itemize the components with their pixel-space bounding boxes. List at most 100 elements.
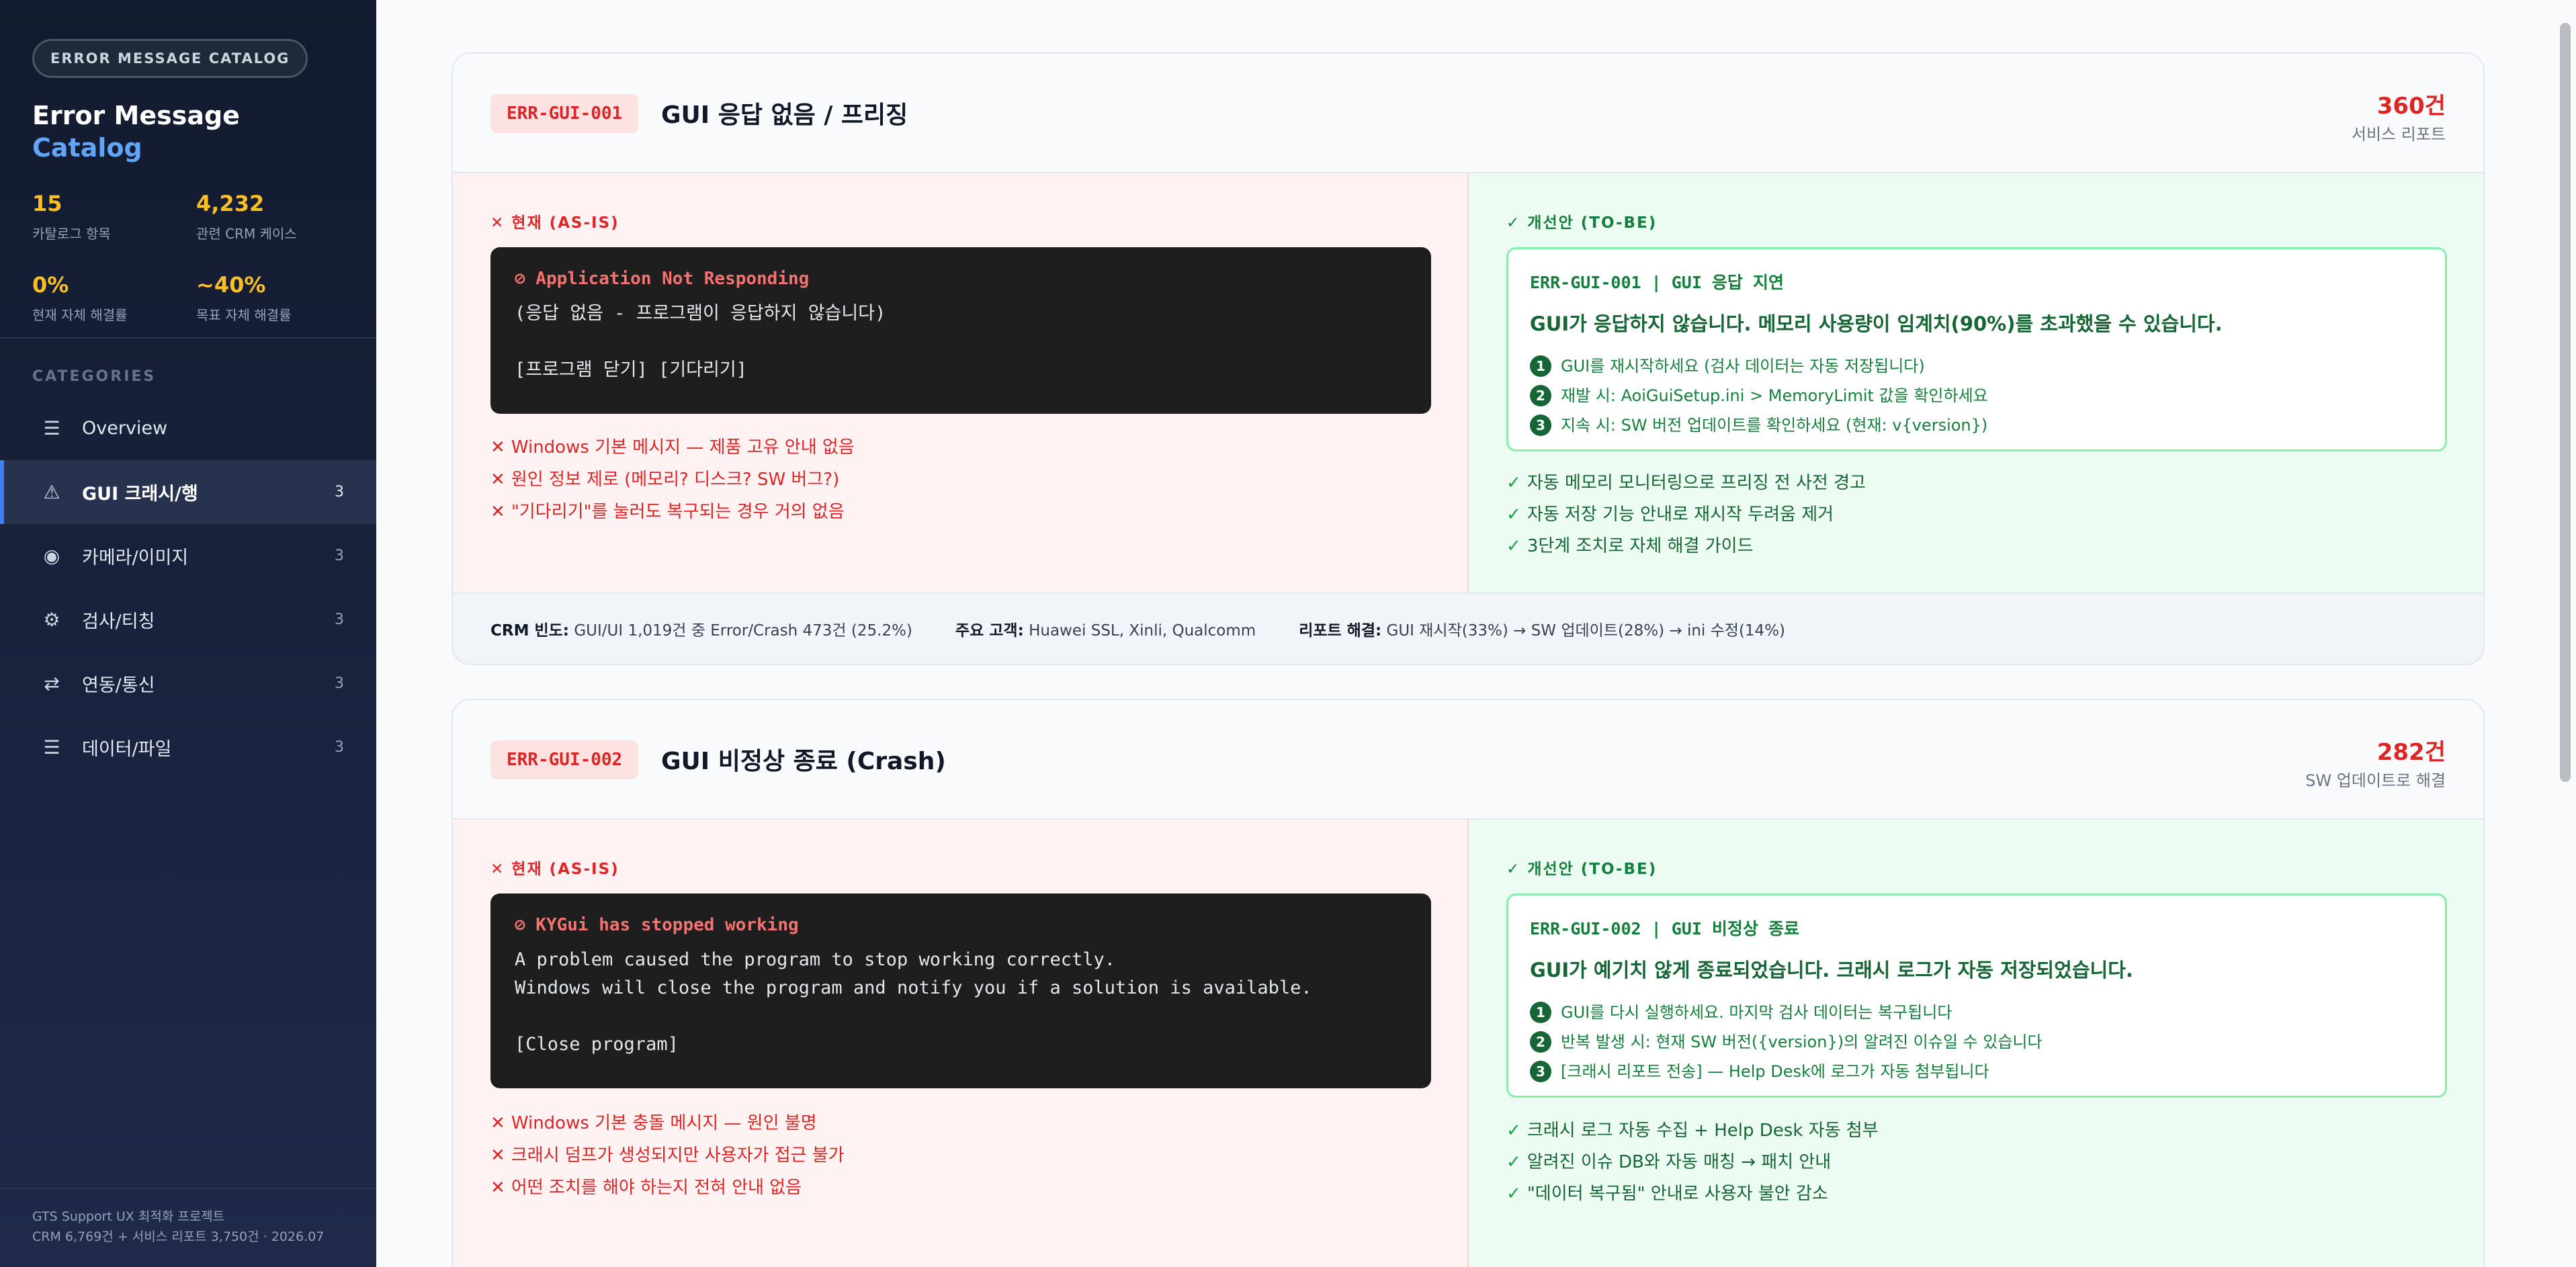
- stat-label: 관련 CRM 케이스: [196, 226, 297, 242]
- as-is-label: ✕ 현재 (AS-IS): [490, 214, 619, 232]
- benefit-item: 3단계 조치로 자체 해결 가이드: [1506, 531, 1866, 562]
- main-customers: 주요 고객: Huawei SSL, Xinli, Qualcomm: [955, 617, 1256, 640]
- report-resolution: 리포트 해결: GUI 재시작(33%) → SW 업데이트(28%) → in…: [1299, 617, 1785, 640]
- step-text: 재발 시: AoiGuiSetup.ini > MemoryLimit 값을 확…: [1561, 386, 1988, 405]
- improved-message: GUI가 응답하지 않습니다. 메모리 사용량이 임계치(90%)를 초과했을 …: [1530, 312, 2223, 335]
- card-header: ERR-GUI-001 GUI 응답 없음 / 프리징 360건 서비스 리포트: [453, 54, 2483, 173]
- step-item: 3 지속 시: SW 버전 업데이트를 확인하세요 (현재: v{version}…: [1530, 410, 2423, 440]
- stat-value: 0%: [32, 272, 69, 298]
- sidebar-item-gui-crash[interactable]: ⚠ GUI 크래시/행 3: [0, 460, 376, 524]
- sidebar-item-label: Overview: [82, 418, 168, 439]
- main-content: ERR-GUI-001 GUI 응답 없음 / 프리징 360건 서비스 리포트…: [376, 0, 2576, 1267]
- sidebar-item-communication[interactable]: ⇄ 연동/통신 3: [0, 652, 376, 715]
- issue-item: 원인 정보 제로 (메모리? 디스크? SW 버그?): [490, 464, 855, 496]
- sidebar-item-label: 검사/티칭: [82, 611, 155, 632]
- benefit-item: 알려진 이슈 DB와 자동 매칭 → 패치 안내: [1506, 1147, 1879, 1178]
- stat-target-rate: ~40% 목표 자체 해결률: [196, 272, 360, 324]
- footer-key: 주요 고객:: [955, 622, 1024, 640]
- error-card-gui-001: ERR-GUI-001 GUI 응답 없음 / 프리징 360건 서비스 리포트…: [452, 52, 2485, 665]
- dialog-title: ⊘ KYGui has stopped working: [515, 915, 799, 935]
- issue-item: "기다리기"를 눌러도 복구되는 경우 거의 없음: [490, 496, 855, 528]
- sidebar-item-inspection[interactable]: ⚙ 검사/티칭 3: [0, 588, 376, 652]
- error-card-gui-002: ERR-GUI-002 GUI 비정상 종료 (Crash) 282건 SW 업…: [452, 699, 2485, 1267]
- issue-item: 어떤 조치를 해야 하는지 전혀 안내 없음: [490, 1172, 845, 1204]
- step-text: GUI를 다시 실행하세요. 마지막 검사 데이터는 복구됩니다: [1561, 1003, 1952, 1022]
- footer-value: GUI 재시작(33%) → SW 업데이트(28%) → ini 수정(14%…: [1386, 622, 1786, 640]
- issue-item: Windows 기본 메시지 — 제품 고유 안내 없음: [490, 431, 855, 464]
- card-footer: CRM 빈도: GUI/UI 1,019건 중 Error/Crash 473건…: [453, 593, 2483, 664]
- sidebar-item-camera[interactable]: ◉ 카메라/이미지 3: [0, 524, 376, 588]
- app-title-line2: Catalog: [32, 133, 142, 163]
- camera-icon: ◉: [43, 545, 60, 567]
- category-nav: ☰ Overview ⚠ GUI 크래시/행 3 ◉ 카메라/이미지 3 ⚙ 검…: [0, 396, 376, 779]
- categories-heading: CATEGORIES: [32, 368, 157, 385]
- as-is-pane: ✕ 현재 (AS-IS) ⊘ KYGui has stopped working…: [453, 820, 1469, 1267]
- sidebar-item-overview[interactable]: ☰ Overview: [0, 396, 376, 460]
- stat-value: 15: [32, 191, 62, 216]
- as-is-label: ✕ 현재 (AS-IS): [490, 861, 619, 878]
- app-title-line1: Error Message: [32, 101, 240, 130]
- sidebar-item-count: 3: [335, 675, 344, 692]
- sidebar-item-count: 3: [335, 548, 344, 564]
- issue-item: 크래시 덤프가 생성되지만 사용자가 접근 불가: [490, 1139, 845, 1172]
- report-count: 360건: [2376, 93, 2446, 120]
- sidebar-item-count: 3: [335, 611, 344, 628]
- stat-current-rate: 0% 현재 자체 해결률: [32, 272, 196, 324]
- as-is-pane: ✕ 현재 (AS-IS) ⊘ Application Not Respondin…: [453, 173, 1469, 594]
- step-text: 반복 발생 시: 현재 SW 버전({version})의 알려진 이슈일 수 …: [1561, 1033, 2043, 1051]
- benefit-item: 크래시 로그 자동 수집 + Help Desk 자동 첨부: [1506, 1115, 1879, 1147]
- step-list: 1 GUI를 재시작하세요 (검사 데이터는 자동 저장됩니다) 2 재발 시: A…: [1530, 351, 2423, 440]
- dialog-title: ⊘ Application Not Responding: [515, 269, 810, 289]
- list-icon: ☰: [43, 417, 60, 439]
- stat-label: 현재 자체 해결률: [32, 307, 128, 323]
- issue-list: Windows 기본 메시지 — 제품 고유 안내 없음 원인 정보 제로 (메…: [490, 431, 855, 528]
- current-error-dialog: ⊘ KYGui has stopped working A problem ca…: [490, 893, 1431, 1088]
- step-number-icon: 3: [1530, 1061, 1551, 1082]
- step-number-icon: 2: [1530, 1031, 1551, 1053]
- improved-message-box: ERR-GUI-001 | GUI 응답 지연 GUI가 응답하지 않습니다. …: [1506, 247, 2447, 451]
- step-item: 2 반복 발생 시: 현재 SW 버전({version})의 알려진 이슈일 수…: [1530, 1027, 2423, 1057]
- benefit-item: 자동 저장 기능 안내로 재시작 두려움 제거: [1506, 499, 1866, 531]
- report-count: 282건: [2376, 739, 2446, 766]
- footer-key: 리포트 해결:: [1299, 622, 1382, 640]
- step-item: 3 [크래시 리포트 전송] — Help Desk에 로그가 자동 첨부됩니다: [1530, 1057, 2423, 1086]
- stat-label: 목표 자체 해결률: [196, 307, 292, 323]
- footer-value: Huawei SSL, Xinli, Qualcomm: [1029, 622, 1256, 640]
- step-number-icon: 2: [1530, 385, 1551, 406]
- footer-key: CRM 빈도:: [490, 622, 570, 640]
- footer-project: GTS Support UX 최적화 프로젝트: [32, 1209, 225, 1224]
- sidebar-item-label: 데이터/파일: [82, 739, 172, 760]
- improved-message-box: ERR-GUI-002 | GUI 비정상 종료 GUI가 예기치 않게 종료되…: [1506, 893, 2447, 1098]
- list-icon: ☰: [43, 736, 60, 758]
- comparison-panes: ✕ 현재 (AS-IS) ⊘ Application Not Respondin…: [453, 173, 2483, 594]
- issue-list: Windows 기본 충돌 메시지 — 원인 불명 크래시 덤프가 생성되지만 …: [490, 1107, 845, 1204]
- sidebar-item-data-file[interactable]: ☰ 데이터/파일 3: [0, 715, 376, 779]
- footer-value: GUI/UI 1,019건 중 Error/Crash 473건 (25.2%): [574, 622, 912, 640]
- error-title: GUI 비정상 종료 (Crash): [661, 748, 946, 775]
- error-code-badge: ERR-GUI-001: [490, 94, 639, 133]
- scrollbar-thumb[interactable]: [2560, 23, 2571, 782]
- report-count-note: SW 업데이트로 해결: [2305, 771, 2446, 790]
- dialog-body: A problem caused the program to stop wor…: [515, 949, 1312, 1055]
- stat-catalog-items: 15 카탈로그 항목: [32, 191, 196, 243]
- app-title: Error Message Catalog: [32, 99, 344, 164]
- crm-frequency: CRM 빈도: GUI/UI 1,019건 중 Error/Crash 473건…: [490, 617, 912, 640]
- step-number-icon: 3: [1530, 414, 1551, 436]
- benefit-item: "데이터 복구됨" 안내로 사용자 불안 감소: [1506, 1178, 1879, 1210]
- improved-message: GUI가 예기치 않게 종료되었습니다. 크래시 로그가 자동 저장되었습니다.: [1530, 959, 2133, 981]
- warning-icon: ⚠: [43, 481, 60, 503]
- benefit-item: 자동 메모리 모니터링으로 프리징 전 사전 경고: [1506, 468, 1866, 499]
- comparison-panes: ✕ 현재 (AS-IS) ⊘ KYGui has stopped working…: [453, 820, 2483, 1267]
- sidebar-item-label: 연동/통신: [82, 675, 155, 696]
- to-be-pane: ✓ 개선안 (TO-BE) ERR-GUI-001 | GUI 응답 지연 GU…: [1469, 173, 2483, 594]
- stats-grid: 15 카탈로그 항목 4,232 관련 CRM 케이스 0% 현재 자체 해결률…: [32, 191, 344, 324]
- current-error-dialog: ⊘ Application Not Responding (응답 없음 - 프로…: [490, 247, 1431, 414]
- error-title: GUI 응답 없음 / 프리징: [661, 101, 908, 129]
- sidebar-divider: [0, 337, 376, 339]
- footer-source: CRM 6,769건 + 서비스 리포트 3,750건 · 2026.07: [32, 1229, 325, 1244]
- to-be-label: ✓ 개선안 (TO-BE): [1506, 861, 1658, 878]
- step-text: 지속 시: SW 버전 업데이트를 확인하세요 (현재: v{version}): [1561, 416, 1988, 435]
- step-list: 1 GUI를 다시 실행하세요. 마지막 검사 데이터는 복구됩니다 2 반복 발생…: [1530, 998, 2423, 1086]
- stat-value: 4,232: [196, 191, 265, 216]
- sidebar-item-count: 3: [335, 484, 344, 500]
